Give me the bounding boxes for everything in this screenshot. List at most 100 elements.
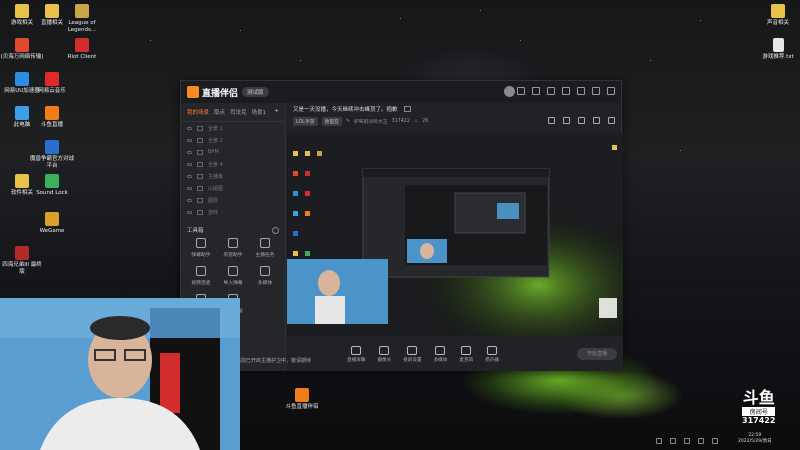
scene-item[interactable]: 山屋图 xyxy=(181,182,285,194)
stream-preview[interactable] xyxy=(287,133,623,336)
desktop-icon-label: Sound Lock xyxy=(36,190,68,196)
control-button[interactable]: 多媒体 xyxy=(433,345,448,363)
tool-button[interactable]: 房管助手 xyxy=(217,238,249,258)
scene-source-icon xyxy=(197,209,203,215)
douyu-room-overlay: 斗鱼 房间号 317422 xyxy=(742,390,776,425)
desktop-icon-label: WeGame xyxy=(39,228,65,234)
warcraft-platform-icon xyxy=(45,140,59,154)
tool-label: 导入弹幕 xyxy=(223,281,243,286)
tab-3[interactable]: 司法克 xyxy=(230,108,247,116)
preview-canvas xyxy=(287,133,623,336)
tool-button[interactable]: 主播任务 xyxy=(249,238,281,258)
desktop-icon-2[interactable]: League of Legends... xyxy=(60,4,104,33)
uu-accelerator-icon xyxy=(15,72,29,86)
desktop-icon-11[interactable]: Sound Lock xyxy=(30,174,74,197)
message-icon[interactable] xyxy=(517,87,525,95)
control-button[interactable]: 麦克风 xyxy=(459,345,473,363)
tools-more-icon[interactable] xyxy=(272,226,279,234)
tab-my-scenes[interactable]: 我的场景 xyxy=(187,108,209,116)
scene-name: 主播像 xyxy=(208,173,224,180)
control-label: 多媒体 xyxy=(433,357,448,363)
edit-category-icon[interactable]: ✎ xyxy=(346,119,350,124)
tab-2[interactable]: 取点 xyxy=(214,108,225,116)
link-icon[interactable] xyxy=(608,117,615,124)
media-icon xyxy=(260,266,270,276)
control-button[interactable]: 投屏设置 xyxy=(403,345,422,363)
scene-item[interactable]: 主播像 xyxy=(181,170,285,182)
mail-icon[interactable] xyxy=(532,87,540,95)
minimize-icon[interactable] xyxy=(577,87,585,95)
desktop-icon-3[interactable]: (贝海万网络传输) xyxy=(0,38,44,61)
eye-icon[interactable] xyxy=(187,210,192,214)
streamer-camera-image xyxy=(0,298,240,450)
tool-button[interactable]: 弹幕助手 xyxy=(185,238,217,258)
go-live-button[interactable]: 开始直播 xyxy=(577,348,617,360)
gift-icon[interactable] xyxy=(563,117,570,124)
avatar[interactable] xyxy=(504,86,515,97)
battery-icon[interactable] xyxy=(698,438,704,444)
control-button[interactable]: 扬声器 xyxy=(485,345,499,363)
desktop-icon-12[interactable]: WeGame xyxy=(30,212,74,235)
desktop: 游戏相关 直播相关 League of Legends... (贝海万网络传输) Rio… xyxy=(0,0,800,450)
eye-icon[interactable] xyxy=(187,198,192,202)
control-button[interactable]: 摄像头 xyxy=(377,345,391,363)
share-icon[interactable] xyxy=(548,117,555,124)
tool-button[interactable]: 导入弹幕 xyxy=(217,266,249,286)
version-badge[interactable]: 测试版 xyxy=(242,87,269,97)
eye-icon[interactable] xyxy=(187,162,192,166)
eye-icon[interactable] xyxy=(187,186,192,190)
scene-item[interactable]: 全景 2 xyxy=(181,134,285,146)
tool-button[interactable]: 视频连麦 xyxy=(185,266,217,286)
input-method-icon[interactable] xyxy=(712,438,718,444)
tab-4[interactable]: 场景1 xyxy=(252,108,267,116)
control-label: 投屏设置 xyxy=(403,357,422,363)
scene-item[interactable]: BPM xyxy=(181,146,285,158)
tool-label: 主播任务 xyxy=(255,253,275,258)
folder-icon xyxy=(45,4,59,18)
eye-icon[interactable] xyxy=(187,174,192,178)
scene-item[interactable]: 图层 xyxy=(181,194,285,206)
this-pc-icon xyxy=(15,106,29,120)
desktop-icon-douyu-companion[interactable]: 斗鱼直播伴侣 xyxy=(280,388,324,411)
control-label: 直播屏幕 xyxy=(347,357,366,363)
edit-title-icon[interactable] xyxy=(403,106,411,112)
user-icon xyxy=(228,238,238,248)
scene-item[interactable]: 全景 4 xyxy=(181,158,285,170)
tray-arrow-icon[interactable] xyxy=(656,438,662,444)
link-mic-icon xyxy=(196,266,206,276)
eye-icon[interactable] xyxy=(187,126,192,130)
desktop-icon-8[interactable]: 斗鱼直播 xyxy=(30,106,74,129)
scene-item[interactable]: 全景 1 xyxy=(181,122,285,134)
app-logo-icon xyxy=(187,86,199,98)
menu-icon[interactable] xyxy=(562,87,570,95)
heat-icon: ♨ xyxy=(413,118,419,124)
main-panel: 又是一天没播，今天继续冲击峰顶了。抱歉 LOL手游 德里亚 ✎ 护驾的冷鸡大王 … xyxy=(287,103,623,371)
desktop-icon-game-txt[interactable]: 游戏推荐.txt xyxy=(756,38,800,61)
subcategory-tag[interactable]: 德里亚 xyxy=(321,116,342,126)
tool-button[interactable]: 多媒体 xyxy=(249,266,281,286)
maximize-icon[interactable] xyxy=(592,87,600,95)
lock-icon[interactable] xyxy=(578,117,585,124)
scene-source-icon xyxy=(197,185,203,191)
stream-title[interactable]: 又是一天没播，今天继续冲击峰顶了。抱歉 xyxy=(293,105,398,113)
close-icon[interactable] xyxy=(607,87,615,95)
desktop-icon-13[interactable]: 四海兄弟III 最终版 xyxy=(0,246,44,275)
volume-icon[interactable] xyxy=(684,438,690,444)
settings-icon[interactable] xyxy=(547,87,555,95)
category-tag[interactable]: LOL手游 xyxy=(293,116,318,126)
desktop-icon-6[interactable]: 网易云音乐 xyxy=(30,72,74,95)
taskbar-clock[interactable]: 22:59 2022/5/29/周日 xyxy=(738,433,772,445)
desktop-icon-sound-folder[interactable]: 声音相关 xyxy=(756,4,800,27)
eye-icon[interactable] xyxy=(187,150,192,154)
scene-name: 山屋图 xyxy=(208,185,224,192)
add-tab-icon[interactable]: + xyxy=(274,108,279,116)
network-icon[interactable] xyxy=(670,438,676,444)
desktop-icon-4[interactable]: Riot Client xyxy=(60,38,104,61)
bell-icon[interactable] xyxy=(593,117,600,124)
eye-icon[interactable] xyxy=(187,138,192,142)
desktop-icon-9[interactable]: 魔兽争霸官方对战平台 xyxy=(30,140,74,169)
stream-title-row: 又是一天没播，今天继续冲击峰顶了。抱歉 xyxy=(287,103,623,115)
control-button[interactable]: 直播屏幕 xyxy=(347,345,366,363)
desktop-icon-label: 网易云音乐 xyxy=(38,88,66,94)
scene-item[interactable]: 游戏 xyxy=(181,206,285,218)
